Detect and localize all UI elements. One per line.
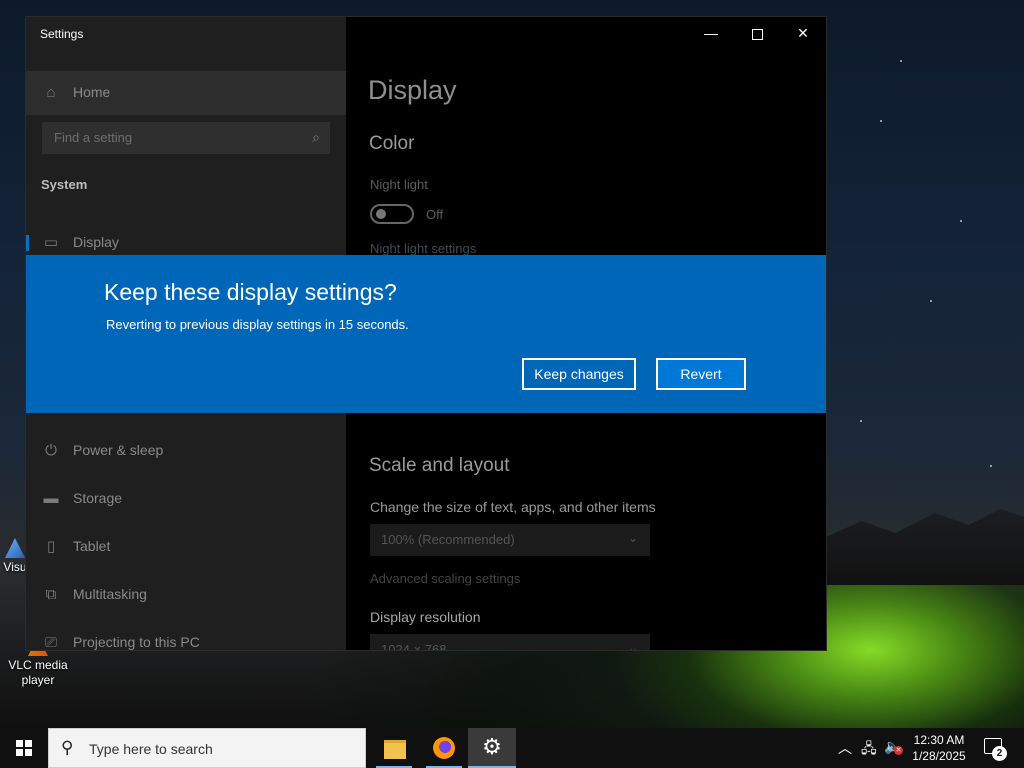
multitasking-icon: ⧉ — [45, 586, 57, 603]
sidebar-item-tablet[interactable]: ▯ Tablet — [26, 527, 346, 567]
projecting-icon: ⎚ — [44, 634, 57, 650]
maximize-icon — [751, 28, 763, 40]
night-light-settings-link[interactable]: Night light settings — [370, 241, 476, 256]
close-button[interactable]: ✕ — [780, 17, 826, 49]
taskbar-app-settings[interactable]: ⚙ — [468, 728, 516, 768]
sidebar-item-power-sleep[interactable]: ⏻ Power & sleep — [26, 431, 346, 471]
star — [960, 220, 962, 222]
keep-display-settings-dialog: Keep these display settings? Reverting t… — [26, 255, 826, 413]
sidebar-item-multitasking[interactable]: ⧉ Multitasking — [26, 575, 346, 615]
advanced-scaling-link[interactable]: Advanced scaling settings — [370, 571, 520, 586]
resolution-value: 1024 × 768 — [381, 642, 447, 650]
sidebar-section-title: System — [41, 177, 88, 192]
section-heading-scale: Scale and layout — [369, 455, 510, 476]
taskbar-app-file-explorer[interactable] — [370, 728, 418, 768]
keep-changes-button[interactable]: Keep changes — [522, 358, 636, 390]
search-placeholder: Find a setting — [54, 130, 133, 145]
mute-badge: ✕ — [894, 746, 903, 755]
desktop-icon-label: Visu — [3, 560, 27, 574]
selected-accent-bar — [26, 235, 29, 251]
scale-value: 100% (Recommended) — [381, 532, 515, 547]
sidebar-item-label: Tablet — [73, 538, 111, 554]
minimize-button[interactable]: — — [688, 17, 734, 49]
volume-muted-icon[interactable]: 🔈 ✕ — [884, 738, 903, 755]
action-center-button[interactable]: 2 — [980, 736, 1010, 761]
sidebar-item-storage[interactable]: ▬ Storage — [26, 479, 346, 519]
clock-time: 12:30 AM — [913, 733, 965, 747]
home-icon: ⌂ — [46, 84, 56, 101]
sidebar-item-projecting[interactable]: ⎚ Projecting to this PC — [26, 623, 346, 650]
search-icon: ⚲ — [61, 738, 74, 757]
search-icon: ⌕ — [312, 129, 320, 145]
sidebar-item-label: Storage — [73, 490, 123, 506]
clock-date: 1/28/2025 — [912, 749, 966, 763]
resolution-dropdown[interactable]: 1024 × 768 ⌄ — [370, 634, 650, 650]
start-button[interactable] — [0, 728, 48, 768]
star — [990, 465, 992, 467]
scale-description: Change the size of text, apps, and other… — [370, 499, 656, 515]
search-placeholder: Type here to search — [89, 741, 213, 757]
visual-studio-icon — [5, 538, 25, 558]
scale-dropdown[interactable]: 100% (Recommended) ⌄ — [370, 524, 650, 556]
minimize-icon: — — [704, 25, 718, 41]
show-hidden-icons-chevron-icon[interactable]: ︿ — [838, 738, 852, 758]
taskbar-app-firefox[interactable] — [420, 728, 468, 768]
notification-count-badge: 2 — [992, 746, 1007, 761]
power-icon: ⏻ — [45, 442, 57, 459]
chevron-down-icon: ⌄ — [627, 531, 638, 545]
tablet-icon: ▯ — [46, 538, 56, 555]
page-title: Display — [368, 75, 457, 105]
sidebar-item-label: Home — [73, 84, 111, 100]
find-setting-input[interactable]: Find a setting ⌕ — [42, 122, 330, 154]
taskbar-search-input[interactable]: ⚲ Type here to search — [48, 728, 366, 768]
sidebar-item-label: Projecting to this PC — [73, 634, 200, 650]
night-light-state: Off — [426, 207, 444, 222]
file-explorer-icon — [384, 740, 406, 759]
windows-logo-icon — [16, 740, 32, 756]
sidebar-item-label: Display — [73, 234, 119, 250]
settings-gear-icon: ⚙ — [482, 734, 502, 759]
firefox-icon — [433, 737, 455, 759]
desktop-icon-label: VLC media player — [8, 658, 68, 687]
sidebar-item-home[interactable]: ⌂ Home — [26, 71, 346, 115]
night-light-label: Night light — [370, 177, 428, 192]
dialog-message: Reverting to previous display settings i… — [106, 317, 409, 332]
section-heading-color: Color — [369, 133, 415, 154]
storage-icon: ▬ — [43, 490, 59, 507]
sidebar-item-label: Multitasking — [73, 586, 147, 602]
monitor-icon: ▭ — [43, 234, 59, 251]
star — [930, 300, 932, 302]
mountain-silhouette — [826, 509, 1024, 585]
revert-button[interactable]: Revert — [656, 358, 746, 390]
star — [880, 120, 882, 122]
star — [860, 420, 862, 422]
network-icon[interactable]: 🖧 — [861, 738, 877, 762]
taskbar: ⚲ Type here to search ⚙ ︿ 🖧 🔈 ✕ 12:30 AM … — [0, 728, 1024, 768]
chevron-down-icon: ⌄ — [627, 641, 638, 650]
star — [900, 60, 902, 62]
taskbar-clock[interactable]: 12:30 AM 1/28/2025 — [906, 732, 972, 764]
sidebar-item-label: Power & sleep — [73, 442, 164, 458]
close-icon: ✕ — [797, 25, 809, 41]
night-light-toggle[interactable] — [370, 204, 414, 224]
maximize-button[interactable] — [734, 17, 780, 49]
resolution-label: Display resolution — [370, 609, 481, 625]
toggle-knob — [376, 209, 386, 219]
dialog-title: Keep these display settings? — [104, 279, 397, 305]
window-title: Settings — [40, 27, 84, 41]
